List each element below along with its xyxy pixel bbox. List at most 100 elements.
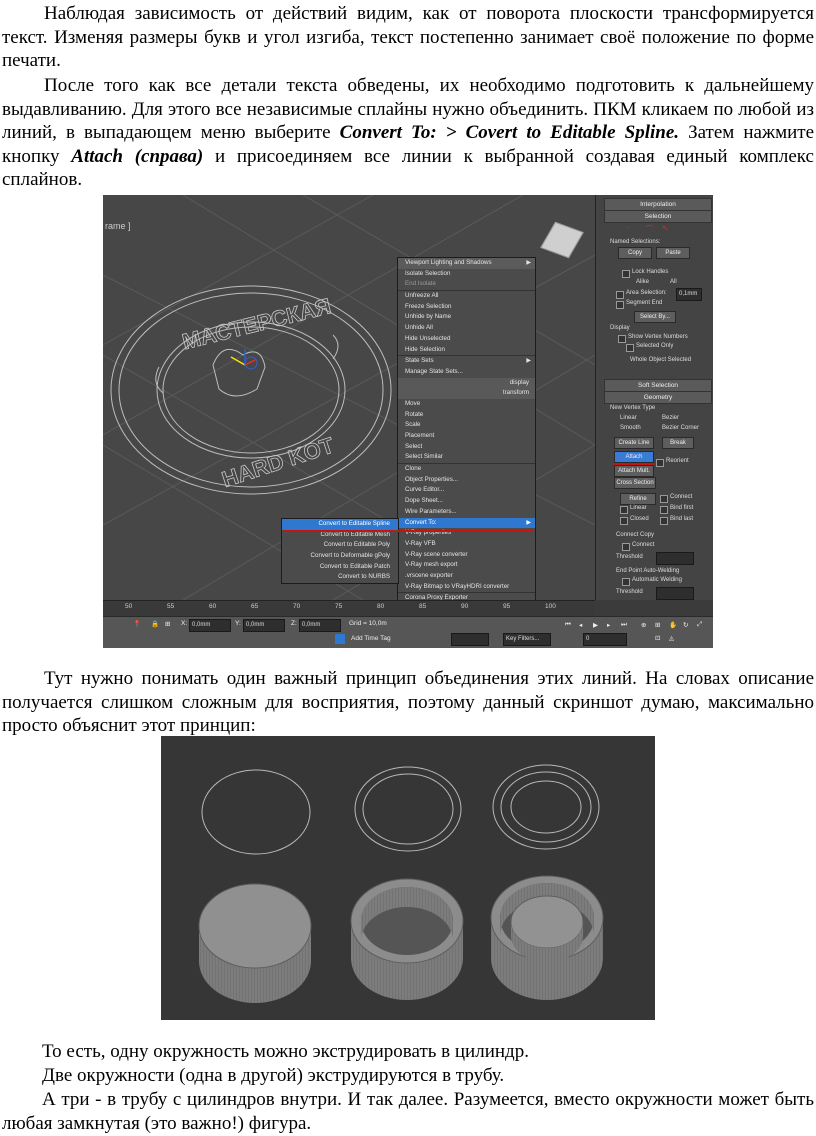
bind-last-checkbox[interactable] bbox=[660, 517, 668, 525]
context-menu-item[interactable]: .vrscene exporter bbox=[398, 571, 535, 582]
context-menu-item[interactable]: Curve Editor... bbox=[398, 485, 535, 496]
context-menu-item[interactable]: Freeze Selection bbox=[398, 302, 535, 313]
context-menu-item[interactable]: Unhide All bbox=[398, 323, 535, 334]
context-menu-item[interactable]: transform bbox=[398, 388, 535, 399]
context-menu-item[interactable]: Manage State Sets... bbox=[398, 367, 535, 378]
attach-button[interactable]: Attach bbox=[614, 451, 654, 463]
context-menu-item[interactable]: Unfreeze All bbox=[398, 290, 535, 302]
context-menu-item[interactable]: State Sets ▶ bbox=[398, 355, 535, 367]
viewport-nav-controls[interactable]: ⊕ ⊞ ✋ ↻ ⤢ ⊡ ◬ bbox=[641, 621, 711, 645]
timeline[interactable]: 50 55 60 65 70 75 80 85 90 95 100 bbox=[103, 600, 595, 617]
selection-level-icons[interactable]: ∙∙ ⌒ ∿ bbox=[620, 224, 680, 233]
threshold2-field[interactable] bbox=[656, 587, 694, 600]
play-icon[interactable]: ▶ bbox=[593, 621, 598, 629]
convert-submenu-item[interactable]: Convert to Editable Patch bbox=[282, 562, 398, 573]
zoom-icon[interactable]: ⊕ bbox=[641, 621, 646, 629]
set-key-dropdown[interactable] bbox=[451, 633, 489, 646]
bind-first-checkbox[interactable] bbox=[660, 506, 668, 514]
cross-section-button[interactable]: Cross Section bbox=[614, 477, 656, 489]
bezier-corner-radio[interactable]: Bezier Corner bbox=[662, 425, 699, 431]
goto-start-icon[interactable]: ⏮ bbox=[565, 621, 571, 629]
z-coordinate-field[interactable]: 0,0mm bbox=[299, 619, 341, 632]
context-menu-item[interactable]: Select Similar bbox=[398, 452, 535, 463]
context-menu-item[interactable]: Unhide by Name bbox=[398, 312, 535, 323]
automatic-welding-checkbox[interactable] bbox=[622, 578, 630, 586]
time-tag-icon[interactable] bbox=[335, 634, 345, 644]
context-menu-item[interactable]: Wire Parameters... bbox=[398, 507, 535, 518]
lock-icon[interactable]: 🔒 bbox=[151, 620, 159, 628]
show-vertex-numbers-checkbox[interactable] bbox=[618, 335, 626, 343]
linear-checkbox[interactable] bbox=[620, 506, 628, 514]
prev-frame-icon[interactable]: ◂ bbox=[579, 621, 582, 629]
context-menu-item[interactable]: Isolate Selection bbox=[398, 269, 535, 280]
context-menu-item[interactable]: Rotate bbox=[398, 410, 535, 421]
connect-copy-checkbox[interactable] bbox=[622, 543, 630, 551]
copy-button[interactable]: Copy bbox=[618, 247, 652, 259]
context-menu-item[interactable]: display bbox=[398, 377, 535, 389]
context-menu-item[interactable]: Dope Sheet... bbox=[398, 496, 535, 507]
convert-submenu-item[interactable]: Convert to Editable Poly bbox=[282, 540, 398, 551]
next-frame-icon[interactable]: ▸ bbox=[607, 621, 610, 629]
reorient-checkbox[interactable] bbox=[656, 459, 664, 467]
create-line-button[interactable]: Create Line bbox=[614, 437, 654, 449]
context-menu-item[interactable]: V-Ray mesh export bbox=[398, 560, 535, 571]
context-menu-item[interactable]: Move bbox=[398, 399, 535, 410]
key-filters-button[interactable]: Key Filters... bbox=[503, 633, 551, 646]
context-menu-item[interactable]: Hide Selection bbox=[398, 345, 535, 356]
context-menu-item[interactable]: End Isolate bbox=[398, 279, 535, 290]
zoom-all-icon[interactable]: ⊞ bbox=[655, 621, 660, 629]
refine-button[interactable]: Refine bbox=[620, 493, 656, 505]
viewport[interactable]: МАСТЕРСКАЯ HARD KOT rame ] Viewport Ligh… bbox=[103, 195, 595, 638]
viewport-label[interactable]: rame ] bbox=[105, 221, 131, 231]
segment-icon[interactable]: ⌒ bbox=[646, 224, 653, 234]
context-menu-item[interactable]: V-Ray VFB bbox=[398, 539, 535, 550]
bezier-radio[interactable]: Bezier bbox=[662, 415, 679, 421]
context-menu-item[interactable]: Select bbox=[398, 442, 535, 453]
context-menu-item[interactable]: Clone bbox=[398, 463, 535, 475]
area-selection-value[interactable]: 0,1mm bbox=[676, 288, 702, 301]
transform-mode-icon[interactable]: ⊞ bbox=[165, 620, 170, 628]
segment-end-checkbox[interactable] bbox=[616, 301, 624, 309]
select-by-button[interactable]: Select By... bbox=[634, 311, 676, 323]
linear-radio[interactable]: Linear bbox=[620, 415, 637, 421]
context-menu-convert-submenu[interactable]: Convert to Editable Spline Convert to Edi… bbox=[281, 518, 399, 585]
context-menu-main[interactable]: Viewport Lighting and Shadows ▶ Isolate Se… bbox=[397, 257, 536, 638]
rollout-geometry[interactable]: Geometry bbox=[604, 391, 712, 404]
convert-submenu-item[interactable]: Convert to NURBS bbox=[282, 572, 398, 583]
pin-icon[interactable]: 📍 bbox=[133, 620, 141, 628]
pan-icon[interactable]: ✋ bbox=[669, 621, 677, 629]
spline-icon[interactable]: ∿ bbox=[662, 224, 668, 232]
all-label[interactable]: All bbox=[670, 279, 677, 285]
smooth-radio[interactable]: Smooth bbox=[620, 425, 641, 431]
context-menu-item[interactable]: Object Properties... bbox=[398, 475, 535, 486]
context-menu-item[interactable]: V-Ray scene converter bbox=[398, 550, 535, 561]
context-menu-item[interactable]: Placement bbox=[398, 431, 535, 442]
y-coordinate-field[interactable]: 0,0mm bbox=[243, 619, 285, 632]
convert-submenu-item[interactable]: Convert to Editable Spline bbox=[282, 519, 398, 530]
area-selection-checkbox[interactable] bbox=[616, 291, 624, 299]
rollout-selection[interactable]: Selection bbox=[604, 210, 712, 223]
orbit-icon[interactable]: ↻ bbox=[683, 621, 688, 629]
maximize-icon[interactable]: ⤢ bbox=[697, 621, 702, 629]
selected-only-checkbox[interactable] bbox=[626, 344, 634, 352]
convert-submenu-item[interactable]: Convert to Deformable gPoly bbox=[282, 551, 398, 562]
vertex-icon[interactable]: ∙∙ bbox=[626, 224, 630, 231]
closed-checkbox[interactable] bbox=[620, 517, 628, 525]
alike-label[interactable]: Alike bbox=[636, 279, 649, 285]
paste-button[interactable]: Paste bbox=[656, 247, 690, 259]
context-menu-item[interactable]: Convert To: ▶ bbox=[398, 517, 535, 529]
context-menu-item[interactable]: Viewport Lighting and Shadows ▶ bbox=[398, 258, 535, 269]
break-button[interactable]: Break bbox=[662, 437, 694, 449]
context-menu-item[interactable]: V-Ray Bitmap to VRayHDRI converter bbox=[398, 582, 535, 593]
context-menu-item[interactable]: Hide Unselected bbox=[398, 334, 535, 345]
add-time-tag[interactable]: Add Time Tag bbox=[351, 635, 391, 642]
connect-checkbox[interactable] bbox=[660, 495, 668, 503]
context-menu-item[interactable]: Scale bbox=[398, 420, 535, 431]
threshold-field[interactable] bbox=[656, 552, 694, 565]
frame-field[interactable]: 0 bbox=[583, 633, 627, 646]
attach-mult-button[interactable]: Attach Mult. bbox=[614, 465, 654, 477]
goto-end-icon[interactable]: ⏭ bbox=[621, 621, 627, 629]
x-coordinate-field[interactable]: 0,0mm bbox=[189, 619, 231, 632]
zoom-region-icon[interactable]: ⊡ bbox=[655, 634, 660, 642]
fov-icon[interactable]: ◬ bbox=[669, 634, 674, 642]
